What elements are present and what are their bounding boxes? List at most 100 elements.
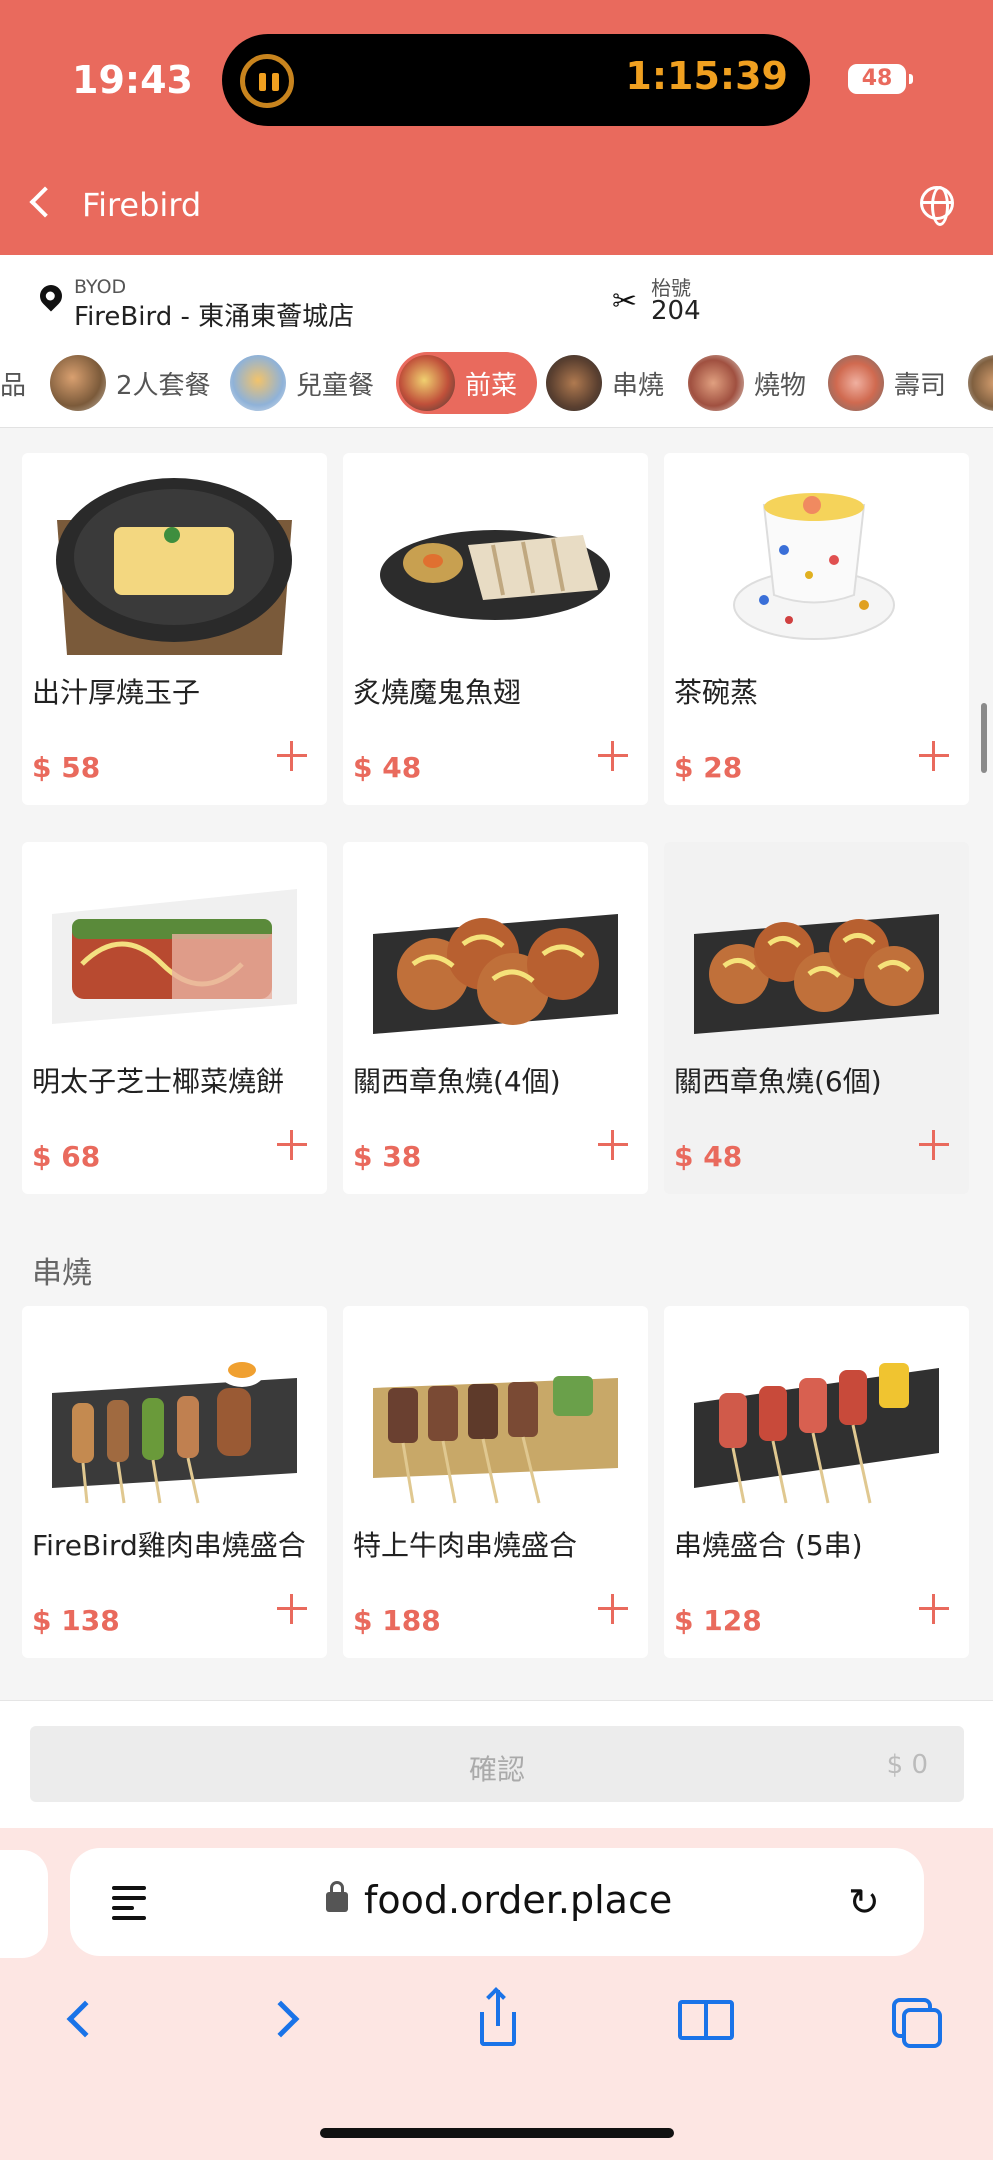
product-card[interactable]: 關西章魚燒(6個) $ 48 xyxy=(664,842,969,1194)
category-thumbnail xyxy=(968,355,993,411)
category-thumbnail xyxy=(50,355,106,411)
tab-label: 兒童餐 xyxy=(296,370,375,401)
tab-category-2[interactable]: 兒童餐 xyxy=(230,352,374,414)
product-image xyxy=(52,1359,297,1504)
product-card[interactable]: 炙燒魔鬼魚翅 $ 48 xyxy=(343,453,648,805)
tab-label: 2人套餐 xyxy=(116,370,211,401)
chevron-left-icon xyxy=(29,186,61,218)
lock-icon xyxy=(326,1881,348,1912)
category-thumbnail xyxy=(688,355,744,411)
product-name: FireBird雞肉串燒盛合 xyxy=(32,1529,306,1562)
category-thumbnail xyxy=(399,355,455,411)
product-price: $ 28 xyxy=(674,751,743,784)
page-title: Firebird xyxy=(82,186,202,224)
url-text: food.order.place xyxy=(364,1878,673,1922)
byod-label: BYOD xyxy=(74,276,127,298)
product-image xyxy=(380,530,610,620)
category-thumbnail xyxy=(230,355,286,411)
tab-label: 前菜 xyxy=(465,370,518,401)
book-icon xyxy=(678,2000,706,2040)
battery-icon: 48 xyxy=(848,64,913,94)
product-card[interactable]: 關西章魚燒(4個) $ 38 xyxy=(343,842,648,1194)
tab-label: 壽司 xyxy=(894,370,947,401)
share-button[interactable] xyxy=(466,1990,526,2050)
confirm-label: 確認 xyxy=(468,1753,525,1786)
tab-category-5[interactable]: 燒物 xyxy=(688,352,806,414)
confirm-button[interactable]: 確認 $ 0 xyxy=(30,1726,964,1802)
store-name: FireBird - 東涌東薈城店 xyxy=(74,302,355,332)
product-price: $ 38 xyxy=(353,1140,422,1173)
product-price: $ 68 xyxy=(32,1140,101,1173)
tab-category-3[interactable]: 前菜 xyxy=(396,352,538,414)
tabs-button[interactable] xyxy=(884,1990,944,2050)
tab-category-1[interactable]: 2人套餐 xyxy=(50,352,211,414)
product-card[interactable]: 明太子芝士椰菜燒餅 $ 68 xyxy=(22,842,327,1194)
tab-category-4[interactable]: 串燒 xyxy=(546,352,664,414)
previous-tab-preview[interactable] xyxy=(0,1850,48,1958)
reload-icon[interactable]: ↻ xyxy=(848,1882,888,1922)
product-price: $ 48 xyxy=(353,751,422,784)
product-name: 炙燒魔鬼魚翅 xyxy=(353,676,522,709)
product-name: 明太子芝士椰菜燒餅 xyxy=(32,1065,285,1098)
add-to-cart-button[interactable] xyxy=(913,735,955,777)
product-image xyxy=(52,889,297,1024)
product-name: 關西章魚燒(4個) xyxy=(353,1065,561,1098)
bookmarks-button[interactable] xyxy=(676,1990,736,2050)
product-name: 特上牛肉串燒盛合 xyxy=(353,1529,578,1562)
add-to-cart-button[interactable] xyxy=(592,1588,634,1630)
order-total: $ 0 xyxy=(886,1750,928,1780)
tab-label: 燒物 xyxy=(754,370,807,401)
product-card[interactable]: 特上牛肉串燒盛合 $ 188 xyxy=(343,1306,648,1658)
product-image xyxy=(694,914,939,1034)
category-thumbnail xyxy=(546,355,602,411)
product-name: 串燒盛合 (5串) xyxy=(674,1529,863,1562)
product-card[interactable]: 串燒盛合 (5串) $ 128 xyxy=(664,1306,969,1658)
dynamic-island: 1:15:39 xyxy=(222,34,810,126)
table-number: 204 xyxy=(651,296,701,326)
product-card[interactable]: 茶碗蒸 $ 28 xyxy=(664,453,969,805)
add-to-cart-button[interactable] xyxy=(592,1124,634,1166)
product-price: $ 58 xyxy=(32,751,101,784)
add-to-cart-button[interactable] xyxy=(271,1588,313,1630)
product-image xyxy=(56,478,292,655)
add-to-cart-button[interactable] xyxy=(592,735,634,777)
scrollbar[interactable] xyxy=(981,703,987,773)
back-button[interactable] xyxy=(22,183,61,227)
tab-category-0[interactable]: 品 xyxy=(0,352,26,414)
tab-label: 品 xyxy=(0,370,27,401)
product-name: 出汁厚燒玉子 xyxy=(32,676,201,709)
product-card[interactable]: FireBird雞肉串燒盛合 $ 138 xyxy=(22,1306,327,1658)
product-price: $ 138 xyxy=(32,1604,120,1637)
tab-label: 串燒 xyxy=(612,370,665,401)
home-indicator xyxy=(320,2128,674,2138)
category-tabs: 品 2人套餐 兒童餐 前菜 串燒 燒物 壽司 xyxy=(0,340,993,428)
chevron-right-icon xyxy=(262,2000,300,2038)
product-image xyxy=(373,914,618,1034)
add-to-cart-button[interactable] xyxy=(913,1588,955,1630)
globe-icon[interactable] xyxy=(920,186,954,226)
product-name: 茶碗蒸 xyxy=(674,676,759,709)
address-bar[interactable]: food.order.place ↻ xyxy=(70,1848,924,1956)
product-price: $ 48 xyxy=(674,1140,743,1173)
add-to-cart-button[interactable] xyxy=(271,1124,313,1166)
product-image xyxy=(373,1376,618,1504)
product-price: $ 128 xyxy=(674,1604,762,1637)
section-title: 串燒 xyxy=(32,1256,92,1291)
browser-forward-button[interactable] xyxy=(258,1990,318,2050)
product-card[interactable]: 出汁厚燒玉子 $ 58 xyxy=(22,453,327,805)
product-price: $ 188 xyxy=(353,1604,441,1637)
utensils-icon: ✂ xyxy=(612,284,638,319)
add-to-cart-button[interactable] xyxy=(913,1124,955,1166)
add-to-cart-button[interactable] xyxy=(271,735,313,777)
product-image xyxy=(733,493,895,640)
tab-category-6[interactable]: 壽司 xyxy=(828,352,946,414)
browser-back-button[interactable] xyxy=(50,1990,110,2050)
category-thumbnail xyxy=(828,355,884,411)
chevron-left-icon xyxy=(66,2000,104,2038)
tab-category-more[interactable] xyxy=(968,352,993,414)
pause-icon[interactable] xyxy=(240,54,294,108)
timer-readout: 1:15:39 xyxy=(625,54,788,98)
reader-mode-icon[interactable] xyxy=(112,1884,150,1922)
product-name: 關西章魚燒(6個) xyxy=(674,1065,882,1098)
status-time: 19:43 xyxy=(72,58,193,102)
